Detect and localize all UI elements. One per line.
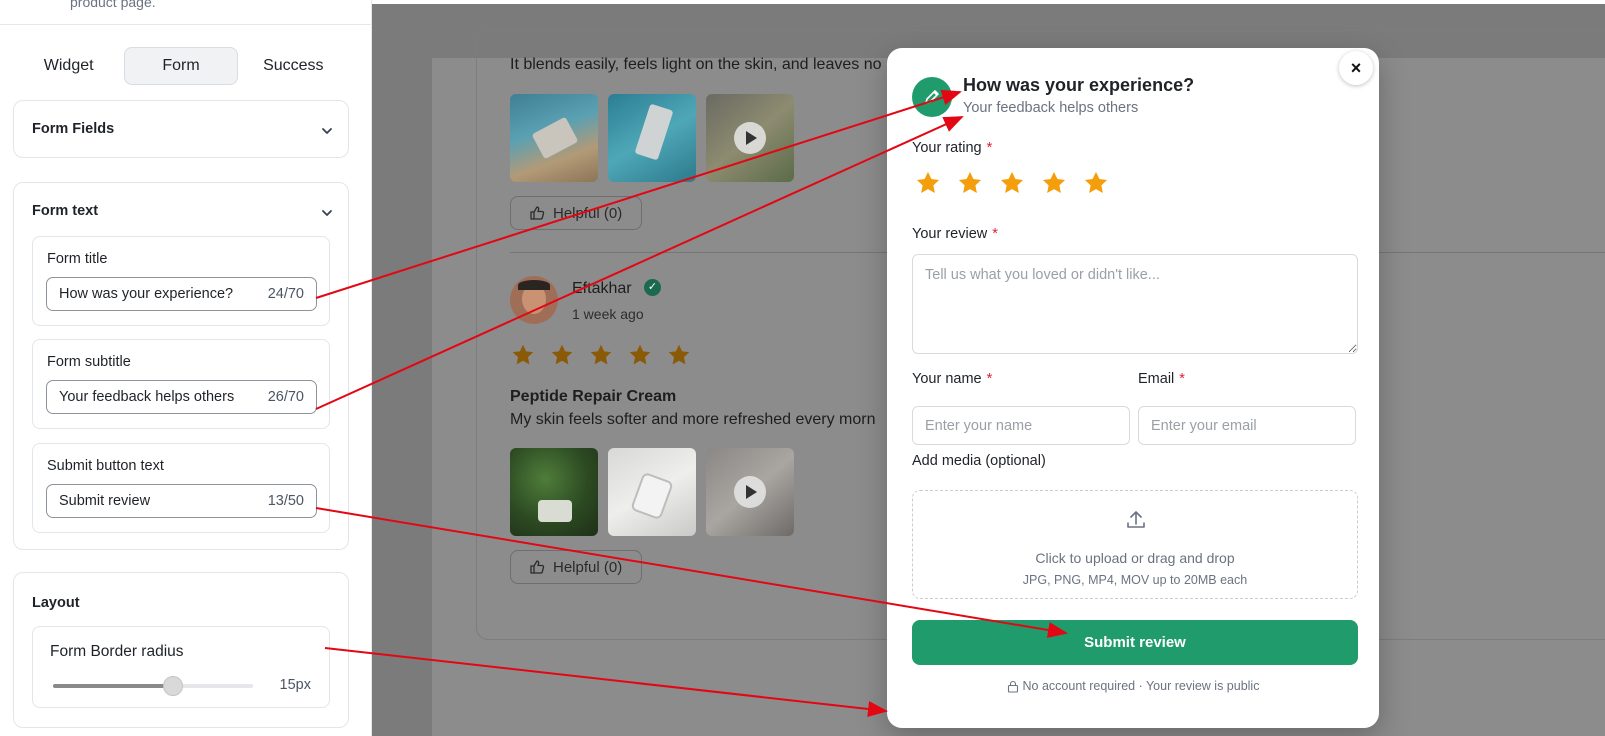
tab-widget[interactable]: Widget (13, 47, 124, 85)
review-label: Your review * (912, 226, 998, 242)
pencil-icon (912, 77, 952, 117)
input-value: Submit review (59, 493, 151, 509)
section-title: Form Fields (32, 121, 115, 137)
media-label: Add media (optional) (912, 453, 1046, 469)
upload-icon (1127, 511, 1145, 528)
field-label: Form Border radius (50, 643, 184, 660)
email-label: Email * (1138, 371, 1185, 387)
submit-review-button[interactable]: Submit review (912, 620, 1358, 665)
form-title-input[interactable]: How was your experience? 24/70 (46, 277, 317, 311)
review-title: Peptide Repair Cream (510, 388, 677, 405)
reviewer-name: Eftakhar (572, 280, 632, 297)
form-footer: No account required · Your review is pub… (887, 679, 1379, 693)
form-title-setting: Form title How was your experience? 24/7… (32, 236, 330, 326)
footer-text: No account required · Your review is pub… (1022, 679, 1260, 693)
review-text: It blends easily, feels light on the ski… (510, 56, 882, 73)
helpful-button[interactable]: Helpful (0) (510, 550, 642, 584)
layout-section: Layout Form Border radius 15px (13, 572, 349, 728)
avatar (510, 276, 558, 324)
play-icon[interactable] (734, 122, 766, 154)
submit-text-input[interactable]: Submit review 13/50 (46, 484, 317, 518)
form-subtitle-input[interactable]: Your feedback helps others 26/70 (46, 380, 317, 414)
panel-top-note: product page. (70, 0, 156, 10)
field-label: Form title (47, 251, 108, 267)
settings-tabs: Widget Form Success (13, 47, 349, 85)
field-label: Form subtitle (47, 354, 131, 370)
email-input[interactable] (1138, 406, 1356, 445)
star-icon (629, 344, 651, 365)
thumbs-up-icon (530, 206, 545, 220)
settings-panel: product page. Widget Form Success Form F… (0, 0, 372, 736)
review-video[interactable] (706, 94, 794, 182)
review-photo[interactable] (608, 448, 696, 536)
star-icon[interactable] (998, 169, 1026, 197)
rating-label: Your rating * (912, 140, 993, 156)
star-icon[interactable] (956, 169, 984, 197)
slider-thumb[interactable] (163, 676, 183, 696)
star-icon[interactable] (1040, 169, 1068, 197)
review-photo[interactable] (510, 94, 598, 182)
slider-fill (53, 684, 173, 688)
tab-success[interactable]: Success (238, 47, 349, 85)
helpful-button[interactable]: Helpful (0) (510, 196, 642, 230)
tab-form[interactable]: Form (124, 47, 238, 85)
rating-stars[interactable] (914, 169, 1110, 197)
char-counter: 13/50 (267, 493, 304, 509)
border-radius-setting: Form Border radius 15px (32, 626, 330, 708)
slider-value: 15px (279, 677, 311, 693)
field-label: Submit button text (47, 458, 164, 474)
review-text: My skin feels softer and more refreshed … (510, 411, 876, 428)
review-date: 1 week ago (572, 306, 644, 322)
review-stars (510, 342, 692, 368)
review-textarea[interactable] (912, 254, 1358, 354)
helpful-label: Helpful (0) (553, 204, 623, 222)
form-subtitle: Your feedback helps others (963, 100, 1139, 116)
input-value: How was your experience? (59, 286, 234, 302)
review-form-modal: × How was your experience? Your feedback… (887, 48, 1379, 728)
submit-text-setting: Submit button text Submit review 13/50 (32, 443, 330, 533)
thumbs-up-icon (530, 560, 545, 574)
star-icon (512, 344, 534, 365)
name-input[interactable] (912, 406, 1130, 445)
star-icon[interactable] (1082, 169, 1110, 197)
input-value: Your feedback helps others (59, 389, 235, 405)
star-icon[interactable] (914, 169, 942, 197)
review-photo[interactable] (510, 448, 598, 536)
review-photo[interactable] (608, 94, 696, 182)
play-icon[interactable] (734, 476, 766, 508)
media-dropzone[interactable]: Click to upload or drag and drop JPG, PN… (912, 490, 1358, 599)
chevron-down-icon[interactable] (320, 124, 334, 138)
verified-check-icon: ✓ (644, 279, 661, 296)
review-video[interactable] (706, 448, 794, 536)
chevron-down-icon[interactable] (320, 206, 334, 220)
star-icon (551, 344, 573, 365)
form-text-section: Form text Form title How was your experi… (13, 182, 349, 550)
preview-top-edge (372, 0, 1605, 4)
border-radius-slider[interactable] (53, 676, 253, 696)
helpful-label: Helpful (0) (553, 558, 623, 576)
form-title: How was your experience? (963, 75, 1195, 95)
close-button[interactable]: × (1339, 51, 1373, 85)
form-subtitle-setting: Form subtitle Your feedback helps others… (32, 339, 330, 429)
form-fields-section[interactable]: Form Fields (13, 100, 349, 158)
dropzone-text: Click to upload or drag and drop (1035, 550, 1235, 566)
name-label: Your name * (912, 371, 993, 387)
char-counter: 26/70 (267, 389, 304, 405)
star-icon (668, 344, 690, 365)
divider (0, 24, 371, 25)
char-counter: 24/70 (267, 286, 304, 302)
dropzone-hint: JPG, PNG, MP4, MOV up to 20MB each (1022, 573, 1248, 587)
lock-icon (1007, 680, 1018, 693)
section-title: Form text (32, 203, 99, 219)
section-title: Layout (32, 595, 80, 611)
star-icon (590, 344, 612, 365)
